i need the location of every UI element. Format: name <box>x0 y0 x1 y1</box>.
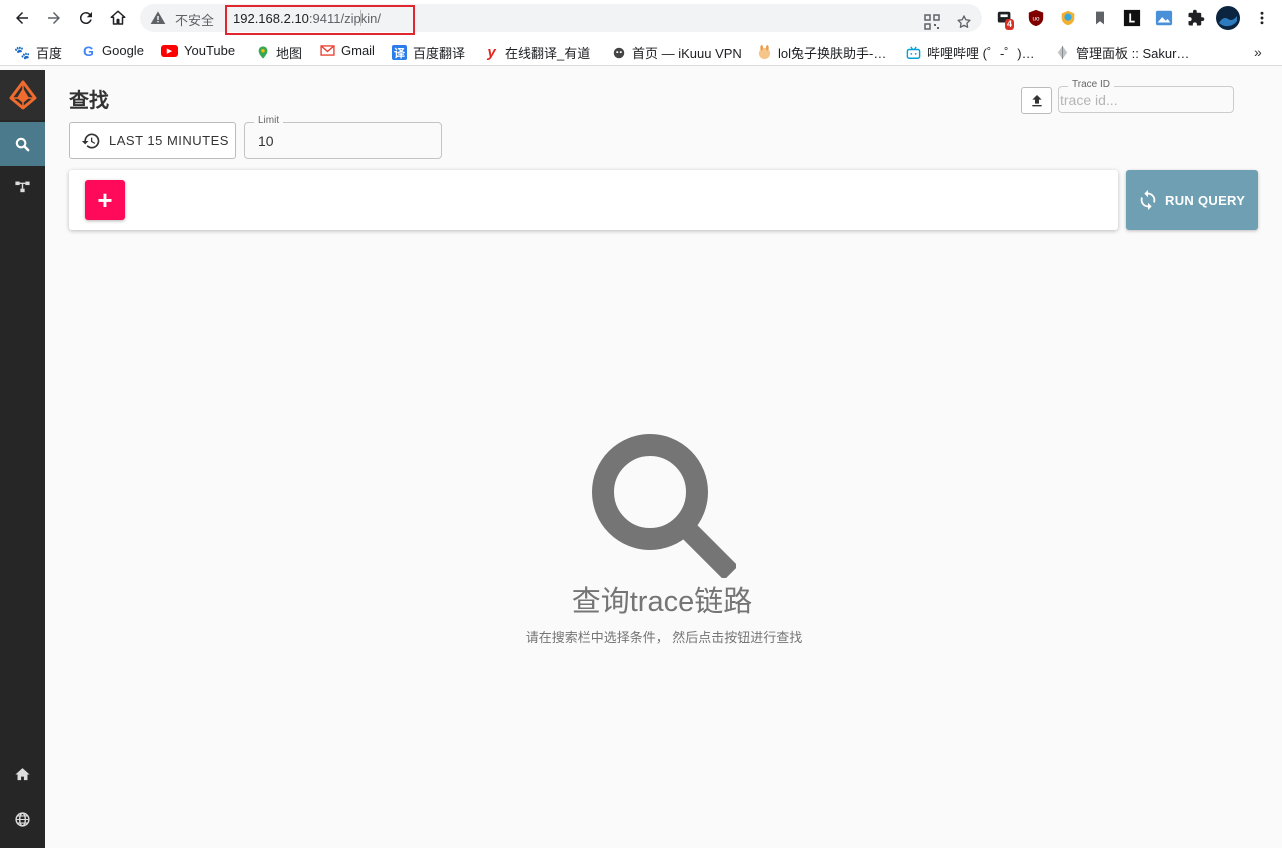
bookmark-gmail[interactable]: Gmail <box>320 43 375 58</box>
back-button[interactable] <box>7 3 37 33</box>
maps-icon <box>255 45 270 60</box>
upload-icon <box>1031 94 1042 106</box>
youdao-icon: y <box>487 44 496 61</box>
sidebar-item-language[interactable] <box>0 797 45 841</box>
run-query-label: RUN QUERY <box>1165 192 1246 208</box>
zipkin-logo[interactable] <box>0 70 45 120</box>
qr-code-icon[interactable] <box>924 14 940 30</box>
star-icon[interactable] <box>956 14 972 30</box>
lookback-button[interactable]: LAST 15 MINUTES <box>69 122 236 159</box>
shield-colorful-icon[interactable] <box>1058 8 1078 28</box>
limit-legend: Limit <box>254 115 284 126</box>
arrow-right-icon <box>48 12 60 24</box>
bookmark-label: 哔哩哔哩 (゜-゜)… <box>927 46 1035 61</box>
forward-button[interactable] <box>39 3 69 33</box>
browser-toolbar: 不安全 192.168.2.10:9411/zipkin/ 4 uo <box>0 0 1282 36</box>
instapaper-icon[interactable] <box>1122 8 1142 28</box>
sakura-icon <box>1055 45 1070 60</box>
bookmark-label: 首页 — iKuuu VPN <box>632 46 742 61</box>
search-icon <box>15 137 30 151</box>
empty-state-subtitle: 请在搜索栏中选择条件， 然后点击按钮进行查找 <box>525 630 803 645</box>
bookmark-sakura[interactable]: 管理面板 :: Sakur… <box>1055 43 1189 62</box>
arrow-left-icon <box>16 12 28 24</box>
globe-icon <box>15 811 30 827</box>
history-icon <box>81 132 100 148</box>
extension-badge: 4 <box>1005 19 1015 30</box>
url-text[interactable]: 192.168.2.10:9411/zipkin/ <box>233 11 381 26</box>
limit-value[interactable]: 10 <box>258 133 274 149</box>
dependencies-icon <box>15 181 30 192</box>
lookback-label: LAST 15 MINUTES <box>109 133 229 148</box>
trace-id-input[interactable] <box>1060 90 1230 110</box>
gmail-icon <box>320 43 335 58</box>
sync-icon <box>1140 189 1156 211</box>
bookmark-google[interactable]: G Google <box>81 42 144 59</box>
sidebar <box>0 70 45 848</box>
translate-icon: 译 <box>392 45 407 60</box>
bookmarks-bar: 🐾 百度 G Google ▶ YouTube 地图 Gmail 译百度翻译 y 在线翻… <box>0 36 1282 66</box>
profile-avatar[interactable] <box>1216 6 1240 30</box>
bookmark-label: 地图 <box>276 46 303 61</box>
magnifier-icon <box>592 434 736 578</box>
bookmark-bilibili[interactable]: 哔哩哔哩 (゜-゜)… <box>906 43 1035 62</box>
bookmark-label: 百度翻译 <box>413 46 466 61</box>
insecure-label[interactable]: 不安全 <box>175 10 214 29</box>
url-path: :9411/zipkin/ <box>308 11 381 26</box>
add-criteria-button[interactable]: + <box>85 180 125 220</box>
ublock-icon[interactable]: uo <box>1026 8 1046 28</box>
bilibili-icon <box>906 45 921 60</box>
google-icon: G <box>83 42 94 59</box>
sidebar-item-dependencies[interactable] <box>0 166 45 206</box>
bookmark-ikuuu[interactable]: 首页 — iKuuu VPN <box>611 43 742 62</box>
warning-icon <box>150 11 166 24</box>
bookmark-youdao[interactable]: y 在线翻译_有道 <box>484 43 590 62</box>
bookmark-baidu[interactable]: 🐾 百度 <box>14 43 63 62</box>
sidebar-item-home[interactable] <box>0 752 45 796</box>
search-criteria-bar[interactable] <box>69 170 1118 230</box>
bookmark-baidu-translate[interactable]: 译百度翻译 <box>392 43 465 62</box>
plus-icon: + <box>97 185 113 215</box>
svg-text:uo: uo <box>1032 16 1040 23</box>
bookmark-lol-skin[interactable]: lol兔子换肤助手-… <box>757 43 886 62</box>
bookmark-label: 百度 <box>36 46 63 61</box>
upload-trace-button[interactable] <box>1021 87 1052 114</box>
empty-state-title: 查询trace链路 <box>571 586 753 618</box>
bookmark-label: Google <box>102 43 144 58</box>
ikuuu-icon <box>611 45 626 60</box>
trace-id-legend: Trace ID <box>1068 79 1114 90</box>
kebab-menu-icon[interactable] <box>1252 8 1272 28</box>
puzzle-icon[interactable] <box>1186 8 1206 28</box>
bookmark-icon[interactable] <box>1090 8 1110 28</box>
home-icon <box>15 767 30 780</box>
house-icon <box>110 10 126 25</box>
page-title: 查找 <box>69 90 109 112</box>
rabbit-icon <box>757 45 772 60</box>
run-query-button[interactable]: RUN QUERY <box>1126 170 1258 230</box>
reload-button[interactable] <box>71 3 101 33</box>
bookmark-label: lol兔子换肤助手-… <box>778 46 887 61</box>
sidebar-item-search[interactable] <box>0 122 45 166</box>
zipkin-logo-icon <box>9 80 36 110</box>
bookmark-label: Gmail <box>341 43 375 58</box>
bookmark-label: 管理面板 :: Sakur… <box>1076 46 1190 61</box>
bookmark-label: YouTube <box>184 43 236 58</box>
home-button[interactable] <box>103 3 133 33</box>
baidu-icon: 🐾 <box>14 44 31 60</box>
bookmarks-overflow-icon[interactable]: » <box>1254 44 1262 60</box>
image-extension-icon[interactable] <box>1154 8 1174 28</box>
bookmark-maps[interactable]: 地图 <box>255 43 302 62</box>
youtube-icon: ▶ <box>161 44 178 57</box>
bookmark-youtube[interactable]: ▶ YouTube <box>161 43 235 58</box>
url-host: 192.168.2.10 <box>233 11 309 26</box>
bookmark-label: 在线翻译_有道 <box>505 46 591 61</box>
reload-icon <box>79 12 92 25</box>
